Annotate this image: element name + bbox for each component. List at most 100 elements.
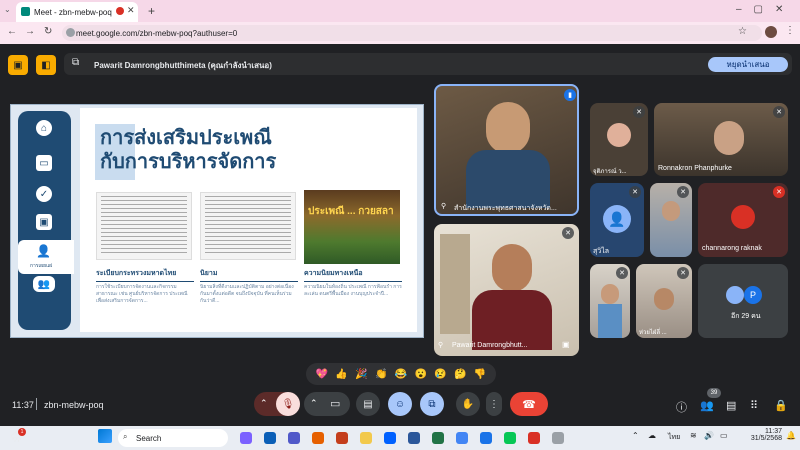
reaction-sad-icon[interactable]: 😢 xyxy=(434,369,446,380)
section-3-heading: ความนิยมทางเหนือ xyxy=(304,270,363,277)
chat-icon[interactable]: ▤ xyxy=(726,399,736,412)
firefox-icon[interactable] xyxy=(312,432,324,444)
more-participants-tile[interactable]: P อีก 29 คน xyxy=(698,264,788,338)
tab-search-icon[interactable]: ⌄ xyxy=(4,5,14,17)
participant-name: สุวิไล xyxy=(593,248,610,255)
notifications-bell-icon[interactable]: 🔔 xyxy=(786,431,796,440)
reaction-thumbs-up-icon[interactable]: 👍 xyxy=(335,369,347,380)
reaction-clap-icon[interactable]: 👏 xyxy=(375,369,387,380)
self-view-tile[interactable]: ✕ ⚲ Pawarit Damrongbhutt... ▣ xyxy=(434,224,579,356)
slide-title: การส่งเสริมประเพณี กับการบริหารจัดการ xyxy=(100,126,330,174)
close-tab-icon[interactable]: ✕ xyxy=(127,5,135,16)
browser-menu-icon[interactable]: ⋮ xyxy=(785,25,795,36)
reaction-thumbs-down-icon[interactable]: 👎 xyxy=(474,369,486,380)
panel-toggle-icon[interactable]: ▣ xyxy=(8,55,28,75)
reaction-heart-icon[interactable]: 💖 xyxy=(316,369,328,380)
url-field[interactable]: meet.google.com/zbn-mebw-poq?authuser=0 … xyxy=(62,25,762,41)
host-controls-icon[interactable]: 🔒 xyxy=(774,399,788,412)
tray-chevron-icon[interactable]: ⌃ xyxy=(632,431,639,440)
reaction-party-icon[interactable]: 🎉 xyxy=(355,369,367,380)
powerpoint-icon[interactable] xyxy=(336,432,348,444)
participant-tile[interactable]: ✕ xyxy=(650,183,692,257)
participant-tile[interactable]: ✕ xyxy=(590,264,630,338)
wifi-icon[interactable]: ≋ xyxy=(690,431,697,440)
mic-options-chevron-icon[interactable]: ⌃ xyxy=(260,398,268,409)
participant-name: จุติภารณ์ ว... xyxy=(593,169,627,175)
section-1: ระเบียบกระทรวงมหาดไทย การใช้ระเบียบการจั… xyxy=(96,268,194,305)
emoji-button[interactable]: ☺ xyxy=(388,392,412,416)
mic-control-group: ⌃ 🎙 xyxy=(254,392,300,416)
word-icon[interactable] xyxy=(408,432,420,444)
excel-icon[interactable] xyxy=(432,432,444,444)
raise-hand-button[interactable]: ✋ xyxy=(456,392,480,416)
participant-tile[interactable]: ✕ channarong raknak xyxy=(698,183,788,257)
captions-button[interactable]: ▤ xyxy=(356,392,380,416)
pin-icon[interactable]: ⚲ xyxy=(441,202,446,210)
edge-icon[interactable] xyxy=(264,432,276,444)
back-icon[interactable]: ← xyxy=(7,26,17,37)
participant-tile[interactable]: 👤 ✕ สุวิไล xyxy=(590,183,644,257)
notification-badge: 1 xyxy=(18,428,26,436)
document-image-2 xyxy=(200,192,296,260)
self-face xyxy=(492,244,532,292)
photos-icon[interactable] xyxy=(480,432,492,444)
self-name: Pawarit Damrongbhutt... xyxy=(452,342,528,349)
active-speaker-tile[interactable]: ▮ ⚲ สำนักงานพระพุทธศาสนาจังหวัด... xyxy=(434,84,579,216)
briefcase-icon: ▣ xyxy=(36,214,52,230)
mic-off-icon: ✕ xyxy=(633,106,645,118)
reload-icon[interactable]: ↻ xyxy=(44,26,52,37)
leave-call-button[interactable]: ☎ xyxy=(510,392,548,416)
home-icon: ⌂ xyxy=(36,120,52,136)
people-icon[interactable]: 👥 xyxy=(700,399,714,412)
forward-icon[interactable]: → xyxy=(25,26,35,37)
volume-icon[interactable]: 🔊 xyxy=(704,431,714,440)
camera-options-chevron-icon[interactable]: ⌃ xyxy=(310,398,318,409)
activities-icon[interactable]: ⠿ xyxy=(750,399,758,412)
participant-count-badge: 39 xyxy=(707,388,721,398)
camera-icon[interactable]: ▭ xyxy=(330,397,340,410)
language-indicator[interactable]: ไทย xyxy=(668,432,680,443)
presenting-label: Pawarit Damrongbhutthimeta (คุณกำลังนำเส… xyxy=(94,61,272,70)
app-icon[interactable] xyxy=(528,432,540,444)
participant-face xyxy=(714,121,744,155)
meeting-info-icon[interactable]: ⓘ xyxy=(676,399,687,415)
tab-meet[interactable]: Meet - zbn-mebw-poq ✕ xyxy=(16,2,138,22)
reaction-thinking-icon[interactable]: 🤔 xyxy=(454,369,466,380)
reaction-surprised-icon[interactable]: 😮 xyxy=(414,369,426,380)
participant-tile[interactable]: ✕ Ronnakron Phanphurke xyxy=(654,103,788,176)
section-1-body: การใช้ระเบียบการจัดงานและกิจกรรม สาธารณะ… xyxy=(96,284,188,304)
site-info-icon[interactable] xyxy=(66,28,75,37)
windows-start-icon[interactable] xyxy=(98,429,112,443)
more-options-button[interactable]: ⋮ xyxy=(486,392,502,416)
teams-icon[interactable] xyxy=(288,432,300,444)
chrome-icon[interactable] xyxy=(456,432,468,444)
present-button[interactable]: ⧉ xyxy=(420,392,444,416)
battery-icon[interactable]: ▭ xyxy=(720,431,728,440)
mic-off-icon: ✕ xyxy=(773,186,785,198)
slide-title-line2: กับการบริหารจัดการ xyxy=(100,151,277,173)
line-icon[interactable] xyxy=(504,432,516,444)
new-tab-button[interactable]: + xyxy=(148,4,155,18)
mic-off-button[interactable]: 🎙 xyxy=(276,392,300,416)
layout-toggle-icon[interactable]: ◧ xyxy=(36,55,56,75)
check-icon: ✓ xyxy=(36,186,52,202)
taskbar-search[interactable]: ⌕ Search xyxy=(118,429,228,447)
taskbar-clock[interactable]: 11:37 31/5/2568 xyxy=(746,428,782,442)
self-view-options-icon[interactable]: ▣ xyxy=(562,340,570,349)
section-3: ความนิยมทางเหนือ ความนิยมในท้องถิ่น ประเ… xyxy=(304,268,402,298)
dropbox-icon[interactable] xyxy=(384,432,396,444)
bookmark-star-icon[interactable]: ☆ xyxy=(738,26,747,37)
stop-presenting-button[interactable]: หยุดนำเสนอ xyxy=(708,57,788,72)
participant-tile[interactable]: ✕ ห่วยไฝ่ลี่ ... xyxy=(636,264,692,338)
pin-icon[interactable]: ⚲ xyxy=(438,341,443,349)
window-controls[interactable]: –▢✕ xyxy=(736,4,795,15)
cloud-icon[interactable]: ☁ xyxy=(648,431,656,440)
app-icon[interactable] xyxy=(552,432,564,444)
reaction-laugh-icon[interactable]: 😂 xyxy=(395,369,407,380)
url-text: meet.google.com/zbn-mebw-poq?authuser=0 xyxy=(76,28,238,38)
profile-avatar[interactable] xyxy=(765,26,777,38)
file-explorer-icon[interactable] xyxy=(360,432,372,444)
participant-tile[interactable]: ✕ จุติภารณ์ ว... xyxy=(590,103,648,176)
copilot-icon[interactable] xyxy=(240,432,252,444)
mic-off-icon: ✕ xyxy=(773,106,785,118)
